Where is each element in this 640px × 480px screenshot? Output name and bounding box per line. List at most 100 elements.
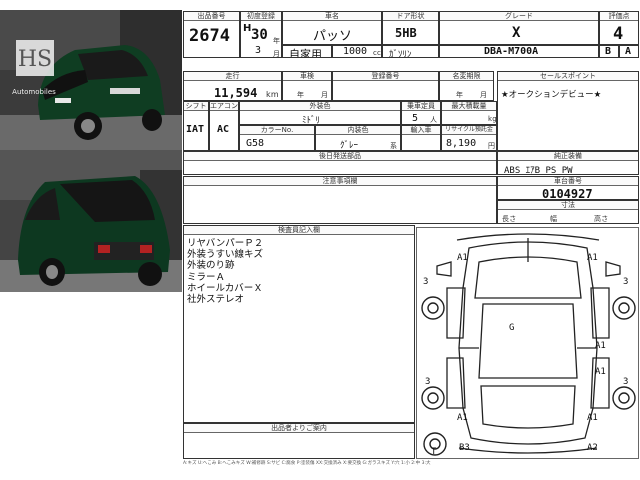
recycle-fee: 8,190	[446, 138, 477, 149]
registration-number-label: 登録番号	[333, 72, 438, 81]
max-load-unit: kg	[488, 115, 497, 123]
logo-monogram: HS	[18, 47, 52, 72]
mark-b3-rear: B3	[459, 443, 470, 453]
inspector-notes-label: 検査員記入欄	[184, 226, 414, 235]
rear-photo	[0, 150, 182, 292]
exterior-score: A	[625, 46, 632, 57]
recycle-cell: リサイクル預託金 8,190 円	[441, 125, 497, 151]
month-unit: 月	[273, 50, 281, 58]
max-load-cell: 最大積載量 kg	[441, 101, 497, 125]
interior-color-label: 内装色	[316, 126, 400, 135]
sales-point-cell: セールスポイント ★オークションデビュー★	[497, 71, 639, 151]
model-code: DBA-M700A	[484, 46, 539, 57]
import-cell: 輸入車	[401, 125, 441, 151]
inspection-month-unit: 月	[321, 91, 329, 99]
interior-score: B	[605, 46, 612, 57]
fuel-cell: ｶﾞｿﾘﾝ	[382, 45, 439, 58]
inspection-year-unit: 年	[297, 91, 305, 99]
name-change-month-unit: 月	[480, 91, 488, 99]
equipment-cell: 純正装備 ABS ｴｱB PS PW	[497, 151, 639, 175]
capacity-unit: 人	[430, 116, 438, 124]
inspector-note: ホイールカバーＸ	[187, 282, 263, 294]
name-change-cell: 名変期限 年 月	[439, 71, 494, 101]
inspector-note: 外装うすい線キズ	[187, 249, 264, 261]
exhibitor-remarks-label: 出品者よりご案内	[184, 424, 414, 433]
chassis-label: 車台番号	[498, 177, 638, 186]
inspector-note: リヤバンパーＰ２	[187, 238, 264, 249]
chassis-cell: 車台番号 0104927	[497, 176, 639, 200]
notes-cell: 注意事項欄	[183, 176, 497, 224]
ac: AC	[217, 124, 230, 135]
exterior-color: ﾐﾄﾞﾘ	[302, 116, 321, 125]
shift-cell: シフト IAT	[183, 101, 209, 151]
inspection-label: 車検	[283, 72, 331, 81]
equipment-label: 純正装備	[498, 152, 638, 161]
mark-a1-front-right: A1	[587, 253, 598, 263]
car-name-label: 車名	[283, 12, 381, 21]
max-load-label: 最大積載量	[442, 102, 496, 111]
exhibitor-remarks-cell: 出品者よりご案内	[183, 423, 415, 459]
cc-unit: cc	[373, 49, 382, 57]
color-number-cell: カラーNo. G58	[239, 125, 315, 151]
interior-color-unit: 系	[390, 142, 398, 150]
sales-point-label: セールスポイント	[498, 72, 638, 81]
name-change-year-unit: 年	[456, 91, 464, 99]
registration-number-cell: 登録番号	[332, 71, 439, 101]
inspector-note: 外装のり跡	[187, 260, 235, 272]
exterior-color-cell: 外装色 ﾐﾄﾞﾘ	[239, 101, 401, 125]
mark-a1-side-upper: A1	[595, 341, 606, 351]
recycle-label: リサイクル預託金	[442, 126, 496, 135]
mileage: 11,594	[214, 86, 258, 100]
length-label: 長さ	[502, 215, 517, 223]
mark-3-right-front: 3	[623, 277, 628, 287]
capacity-cell: 乗車定員 5 人	[401, 101, 441, 125]
inspection-cell: 車検 年 月	[282, 71, 332, 101]
docs-cell: 後日発送部品	[183, 151, 497, 175]
size-cell: 寸法 長さ 幅 高さ	[497, 200, 639, 224]
front-photo: HS Automobiles	[0, 10, 182, 150]
interior-color: ｸﾞﾚｰ	[340, 141, 359, 151]
inspector-note: ミラーＡ	[187, 271, 226, 283]
mark-a2-rear: A2	[587, 443, 598, 453]
registration-year: 30	[251, 27, 268, 43]
mark-3-left-rear: 3	[425, 377, 430, 387]
size-label: 寸法	[498, 201, 638, 210]
displacement: 1000	[343, 46, 368, 57]
mileage-label: 走行	[184, 72, 281, 81]
displacement-cell: 1000 cc	[332, 45, 382, 58]
car-name-cell: 車名 パッソ	[282, 11, 382, 45]
lot-number: 2674	[189, 26, 230, 46]
logo-caption: Automobiles	[12, 88, 56, 96]
ac-label: エアコン	[210, 102, 238, 111]
registration-cell: 初度登録 H 30 年 3 月	[240, 11, 282, 58]
mileage-unit: km	[266, 90, 279, 99]
import-label: 輸入車	[402, 126, 440, 135]
capacity-label: 乗車定員	[402, 102, 440, 111]
inspector-notes-cell: 検査員記入欄 リヤバンパーＰ２ 外装うすい線キズ 外装のり跡 ミラーＡ ホイール…	[183, 225, 415, 423]
year-unit: 年	[273, 37, 281, 45]
exterior-color-label: 外装色	[240, 102, 400, 111]
registration-month: 3	[255, 45, 262, 56]
fuel: ｶﾞｿﾘﾝ	[389, 50, 412, 58]
exterior-score-cell: A	[619, 45, 639, 58]
ac-cell: エアコン AC	[209, 101, 239, 151]
lot-number-cell: 出品番号 2674	[183, 11, 240, 58]
mark-3-right-rear: 3	[623, 377, 628, 387]
mark-t: T	[431, 447, 437, 457]
color-number: G58	[246, 138, 265, 149]
auction-sheet: 出品番号 2674 初度登録 H 30 年 3 月 車名 パッソ ドア形状 5H…	[183, 11, 639, 469]
door-type: 5HB	[395, 26, 417, 40]
score-label: 評価点	[600, 12, 638, 21]
color-number-label: カラーNo.	[240, 126, 314, 135]
usage: 自家用	[289, 48, 322, 58]
overall-score: 4	[613, 24, 624, 44]
grade-cell: グレード X	[439, 11, 599, 45]
car-name: パッソ	[313, 29, 353, 44]
notes-label: 注意事項欄	[184, 177, 496, 186]
grade-label: グレード	[440, 12, 598, 21]
door-cell: ドア形状 5HB	[382, 11, 439, 45]
chassis-number: 0104927	[542, 187, 593, 200]
sales-point-text: ★オークションデビュー★	[501, 90, 602, 100]
mark-a1-front-left: A1	[457, 253, 468, 263]
car-diagram: A1 A1 3 3 G A1 A1 3 3 A1 A1 B3 A2 T	[416, 227, 639, 459]
